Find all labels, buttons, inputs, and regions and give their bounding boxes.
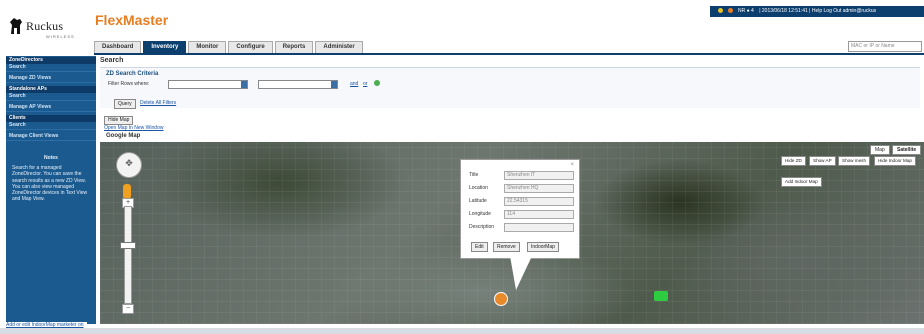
alert-indicator[interactable]: NR ● 4 xyxy=(714,8,754,14)
hide-zd-button[interactable]: Hide ZD xyxy=(781,156,806,166)
latitude-label: Latitude xyxy=(469,198,487,204)
status-text: | 2013/06/18 12:51:41 | Help Log Out adm… xyxy=(759,8,877,14)
tab-configure[interactable]: Configure xyxy=(228,41,273,53)
latitude-field[interactable]: 22.54315 xyxy=(504,197,574,206)
delete-filters-link[interactable]: Delete All Filters xyxy=(140,100,176,106)
location-label: Location xyxy=(469,185,488,191)
or-link[interactable]: or xyxy=(363,81,367,87)
device-search-input[interactable]: MAC or IP or Name xyxy=(848,41,922,52)
zoom-slider-knob[interactable] xyxy=(120,242,136,249)
close-icon[interactable]: × xyxy=(570,162,574,168)
criteria-title: ZD Search Criteria xyxy=(106,71,159,77)
sidebar-item-zd-search[interactable]: Search xyxy=(6,64,96,72)
brand-name: Ruckus xyxy=(26,19,64,33)
sidebar-head-aps: Standalone APs xyxy=(6,86,96,93)
top-bar: Ruckus WIRELESS FlexMaster NR ● 4 | 2013… xyxy=(0,0,924,53)
ap-marker-icon[interactable] xyxy=(654,291,668,301)
zd-marker-icon[interactable] xyxy=(494,292,508,306)
street-view-pegman-icon[interactable] xyxy=(123,184,131,199)
status-bar: NR ● 4 | 2013/06/18 12:51:41 | Help Log … xyxy=(710,6,924,17)
sidebar-head-zonedirectors: ZoneDirectors xyxy=(6,57,96,64)
show-ap-button[interactable]: Show AP xyxy=(809,156,836,166)
show-mesh-button[interactable]: Show mesh xyxy=(838,156,871,166)
map-type-map[interactable]: Map xyxy=(870,145,890,155)
description-field[interactable] xyxy=(504,223,574,232)
main-nav: Dashboard Inventory Monitor Configure Re… xyxy=(94,41,365,53)
tab-monitor[interactable]: Monitor xyxy=(188,41,227,53)
popup-pointer xyxy=(510,256,532,290)
page-title: Search xyxy=(100,57,124,64)
sidebar: ZoneDirectors Search Manage ZD Views Sta… xyxy=(6,56,96,324)
add-indoor-map-button[interactable]: Add Indoor Map xyxy=(781,177,822,187)
google-map-label: Google Map xyxy=(106,133,141,139)
nav-divider xyxy=(94,53,924,55)
sidebar-item-client-views[interactable]: Manage Client Views xyxy=(6,133,96,141)
add-filter-icon[interactable] xyxy=(374,80,380,86)
filter-field-select[interactable] xyxy=(168,80,248,89)
title-field[interactable]: Shenzhen IT xyxy=(504,171,574,180)
description-label: Description xyxy=(469,224,495,230)
location-info-popup: × Title Shenzhen IT Location Shenzhen HQ… xyxy=(460,159,580,259)
zoom-slider-track[interactable] xyxy=(124,206,132,304)
filter-label: Filter Rows where: xyxy=(108,81,150,87)
sidebar-item-client-search[interactable]: Search xyxy=(6,122,96,130)
sidebar-item-zd-views[interactable]: Manage ZD Views xyxy=(6,75,96,83)
longitude-label: Longitude xyxy=(469,211,491,217)
brand-sub: WIRELESS xyxy=(46,34,75,39)
zoom-out-button[interactable]: − xyxy=(122,304,134,314)
map-pan-control[interactable]: ✥ xyxy=(116,152,142,178)
window-bottom-bar xyxy=(0,328,924,334)
notes-text: Search for a managed ZoneDirector. You c… xyxy=(12,165,88,203)
location-field[interactable]: Shenzhen HQ xyxy=(504,184,574,193)
notes-title: Notes xyxy=(44,155,58,161)
filter-operator-select[interactable] xyxy=(258,80,338,89)
sidebar-item-ap-search[interactable]: Search xyxy=(6,93,96,101)
chevron-down-icon xyxy=(241,81,247,88)
sidebar-head-clients: Clients xyxy=(6,115,96,122)
longitude-field[interactable]: 114 xyxy=(504,210,574,219)
dog-logo-icon xyxy=(10,18,22,34)
tab-administer[interactable]: Administer xyxy=(315,41,363,53)
sidebar-notes: Notes Search for a managed ZoneDirector.… xyxy=(6,155,96,202)
map-type-satellite[interactable]: Satellite xyxy=(892,145,922,155)
hide-map-button[interactable]: Hide Map xyxy=(104,116,134,125)
product-name: FlexMaster xyxy=(95,12,169,28)
indoor-map-button[interactable]: IndoorMap xyxy=(527,242,559,252)
remove-button[interactable]: Remove xyxy=(493,242,520,252)
chevron-down-icon xyxy=(331,81,337,88)
query-button[interactable]: Query xyxy=(114,99,136,109)
tab-dashboard[interactable]: Dashboard xyxy=(94,41,142,53)
and-link[interactable]: and xyxy=(350,81,358,87)
tab-inventory[interactable]: Inventory xyxy=(143,41,187,53)
sidebar-item-ap-views[interactable]: Manage AP Views xyxy=(6,104,96,112)
tab-reports[interactable]: Reports xyxy=(274,41,314,53)
pan-arrows-icon: ✥ xyxy=(125,158,133,168)
edit-button[interactable]: Edit xyxy=(471,242,488,252)
title-label: Title xyxy=(469,172,479,178)
open-map-link[interactable]: Open Map In New Window xyxy=(104,125,163,131)
search-criteria-panel: ZD Search Criteria Filter Rows where: an… xyxy=(100,67,920,108)
hide-indoor-map-button[interactable]: Hide Indoor Map xyxy=(874,156,916,166)
ruckus-logo: Ruckus WIRELESS xyxy=(8,14,96,44)
